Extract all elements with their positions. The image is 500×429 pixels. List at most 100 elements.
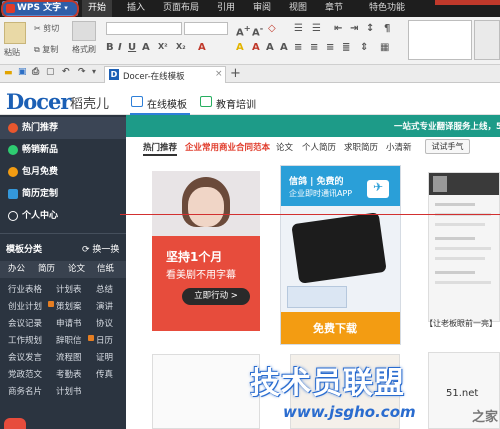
paste-icon[interactable]	[4, 22, 26, 44]
styles-scroll[interactable]	[474, 20, 500, 60]
category-link[interactable]: 党政范文	[8, 367, 42, 384]
save-icon[interactable]: ▣	[18, 67, 27, 77]
ad-cta-button[interactable]: 立即行动 >	[182, 288, 250, 305]
ad-card-xinge[interactable]: 信鸽 | 免费的 企业即时通讯APP ✈ 免费下载	[280, 165, 401, 345]
sidebar-item-profile[interactable]: 个人中心	[0, 205, 126, 227]
new-tab-button[interactable]: +	[230, 66, 241, 81]
format-painter-label[interactable]: 格式刷	[72, 44, 96, 55]
font-color-icon[interactable]: A	[198, 42, 206, 53]
styles-gallery[interactable]	[408, 20, 472, 60]
close-tab-icon[interactable]: ×	[215, 69, 223, 79]
line-spacing-icon[interactable]: ⇕	[360, 42, 368, 53]
feedback-icon[interactable]	[4, 418, 26, 429]
copy-button[interactable]: ⧉ 复制	[34, 44, 58, 55]
category-link[interactable]: 商务名片	[8, 384, 42, 401]
category-link[interactable]: 协议	[96, 316, 113, 333]
category-link[interactable]: 工作规划	[8, 333, 42, 350]
promo-banner[interactable]: 一站式专业翻译服务上线，50元	[126, 115, 500, 137]
menu-page-layout[interactable]: 页面布局	[158, 0, 204, 17]
tab-education[interactable]: 教育培训	[216, 96, 256, 111]
category-link[interactable]: 流程图	[56, 350, 82, 367]
sidebar-item-resume[interactable]: 简历定制	[0, 183, 126, 205]
template-thumb[interactable]	[152, 354, 260, 429]
menu-references[interactable]: 引用	[214, 0, 238, 17]
switch-button[interactable]: ⟳ 换一换	[82, 242, 119, 255]
shrink-font-icon[interactable]: A-	[252, 23, 263, 38]
resume-card[interactable]	[428, 172, 500, 322]
numbering-icon[interactable]: ☰	[312, 23, 321, 34]
char-border-icon[interactable]: A	[280, 42, 288, 53]
char-shading-icon[interactable]: A	[266, 42, 274, 53]
subscript-icon[interactable]: X₂	[176, 42, 186, 51]
ad-card-english-body[interactable]: 坚持1个月 看美剧不用字幕 立即行动 >	[152, 236, 260, 331]
tab-docer[interactable]: D Docer-在线模板 ×	[104, 66, 226, 83]
open-icon[interactable]: ▬	[4, 68, 13, 78]
category-link[interactable]: 策划案	[56, 299, 82, 316]
superscript-icon[interactable]: X²	[158, 42, 168, 51]
category-link[interactable]: 传真	[96, 367, 113, 384]
tab-hot[interactable]: 热门推荐	[143, 141, 178, 156]
strikethrough-icon[interactable]: A	[142, 42, 150, 53]
clear-format-icon[interactable]: ◇	[268, 23, 276, 34]
category-link[interactable]: 计划书	[56, 384, 82, 401]
align-left-icon[interactable]: ≡	[294, 42, 302, 53]
show-marks-icon[interactable]: ¶	[384, 23, 390, 34]
category-link[interactable]: 证明	[96, 350, 113, 367]
outdent-icon[interactable]: ⇥	[350, 23, 358, 34]
tab-paper[interactable]: 论文	[276, 141, 293, 153]
type-letter[interactable]: 信纸	[97, 261, 114, 278]
sidebar-item-new[interactable]: 畅销新品	[0, 139, 126, 161]
menu-chapter[interactable]: 章节	[322, 0, 346, 17]
type-paper[interactable]: 论文	[68, 261, 85, 278]
tab-job-resume[interactable]: 求职简历	[344, 141, 378, 153]
menu-review[interactable]: 审阅	[250, 0, 274, 17]
sidebar-item-hot[interactable]: 热门推荐	[0, 117, 126, 139]
bold-icon[interactable]: B	[106, 42, 114, 53]
undo-icon[interactable]: ↶	[62, 67, 70, 77]
category-link[interactable]: 计划表	[56, 282, 82, 299]
tab-online-template[interactable]: 在线模板	[147, 96, 187, 111]
category-link[interactable]: 日历	[96, 333, 113, 350]
font-size-select[interactable]	[184, 22, 228, 35]
underline-icon[interactable]: U	[128, 42, 136, 53]
format-painter-icon[interactable]	[72, 21, 96, 41]
menu-insert[interactable]: 插入	[124, 0, 148, 17]
highlight-icon[interactable]: A	[236, 42, 244, 53]
bullets-icon[interactable]: ☰	[294, 23, 303, 34]
category-link[interactable]: 申请书	[56, 316, 82, 333]
category-link[interactable]: 创业计划	[8, 299, 42, 316]
type-resume[interactable]: 简历	[38, 261, 55, 278]
grow-font-icon[interactable]: A+	[236, 23, 251, 38]
italic-icon[interactable]: I	[118, 42, 122, 53]
try-luck-button[interactable]: 试试手气	[425, 139, 470, 154]
menu-view[interactable]: 视图	[286, 0, 310, 17]
align-right-icon[interactable]: ≡	[326, 42, 334, 53]
print-icon[interactable]: ⎙	[32, 67, 39, 77]
text-color-icon[interactable]: A	[252, 42, 260, 53]
tab-fresh[interactable]: 小清新	[386, 141, 412, 153]
cut-button[interactable]: ✂ 剪切	[34, 23, 59, 34]
indent-icon[interactable]: ⇤	[334, 23, 342, 34]
wps-app-menu-button[interactable]: WPS 文字 ▾	[1, 0, 79, 18]
xinge-download[interactable]: 免费下载	[313, 320, 357, 336]
category-link[interactable]: 考勤表	[56, 367, 82, 384]
justify-icon[interactable]: ≣	[342, 42, 350, 53]
menu-start[interactable]: 开始	[82, 0, 112, 17]
qat-dropdown-icon[interactable]: ▾	[92, 67, 96, 76]
type-office[interactable]: 办公	[8, 261, 25, 278]
category-link[interactable]: 演讲	[96, 299, 113, 316]
category-link[interactable]: 会议记录	[8, 316, 42, 333]
category-link[interactable]: 行业表格	[8, 282, 42, 299]
align-center-icon[interactable]: ≡	[310, 42, 318, 53]
menu-special[interactable]: 特色功能	[364, 0, 410, 17]
sidebar-item-monthly[interactable]: 包月免费	[0, 161, 126, 183]
tab-contracts[interactable]: 企业常用商业合同范本	[185, 141, 270, 153]
category-link[interactable]: 辞职信	[56, 333, 82, 350]
tab-resume[interactable]: 个人简历	[302, 141, 336, 153]
category-link[interactable]: 会议发言	[8, 350, 42, 367]
shading-icon[interactable]: ▦	[380, 42, 389, 53]
font-name-select[interactable]	[106, 22, 182, 35]
docer-logo[interactable]: Docer	[6, 89, 71, 114]
paste-label[interactable]: 粘贴	[4, 47, 20, 58]
category-link[interactable]: 总结	[96, 282, 113, 299]
